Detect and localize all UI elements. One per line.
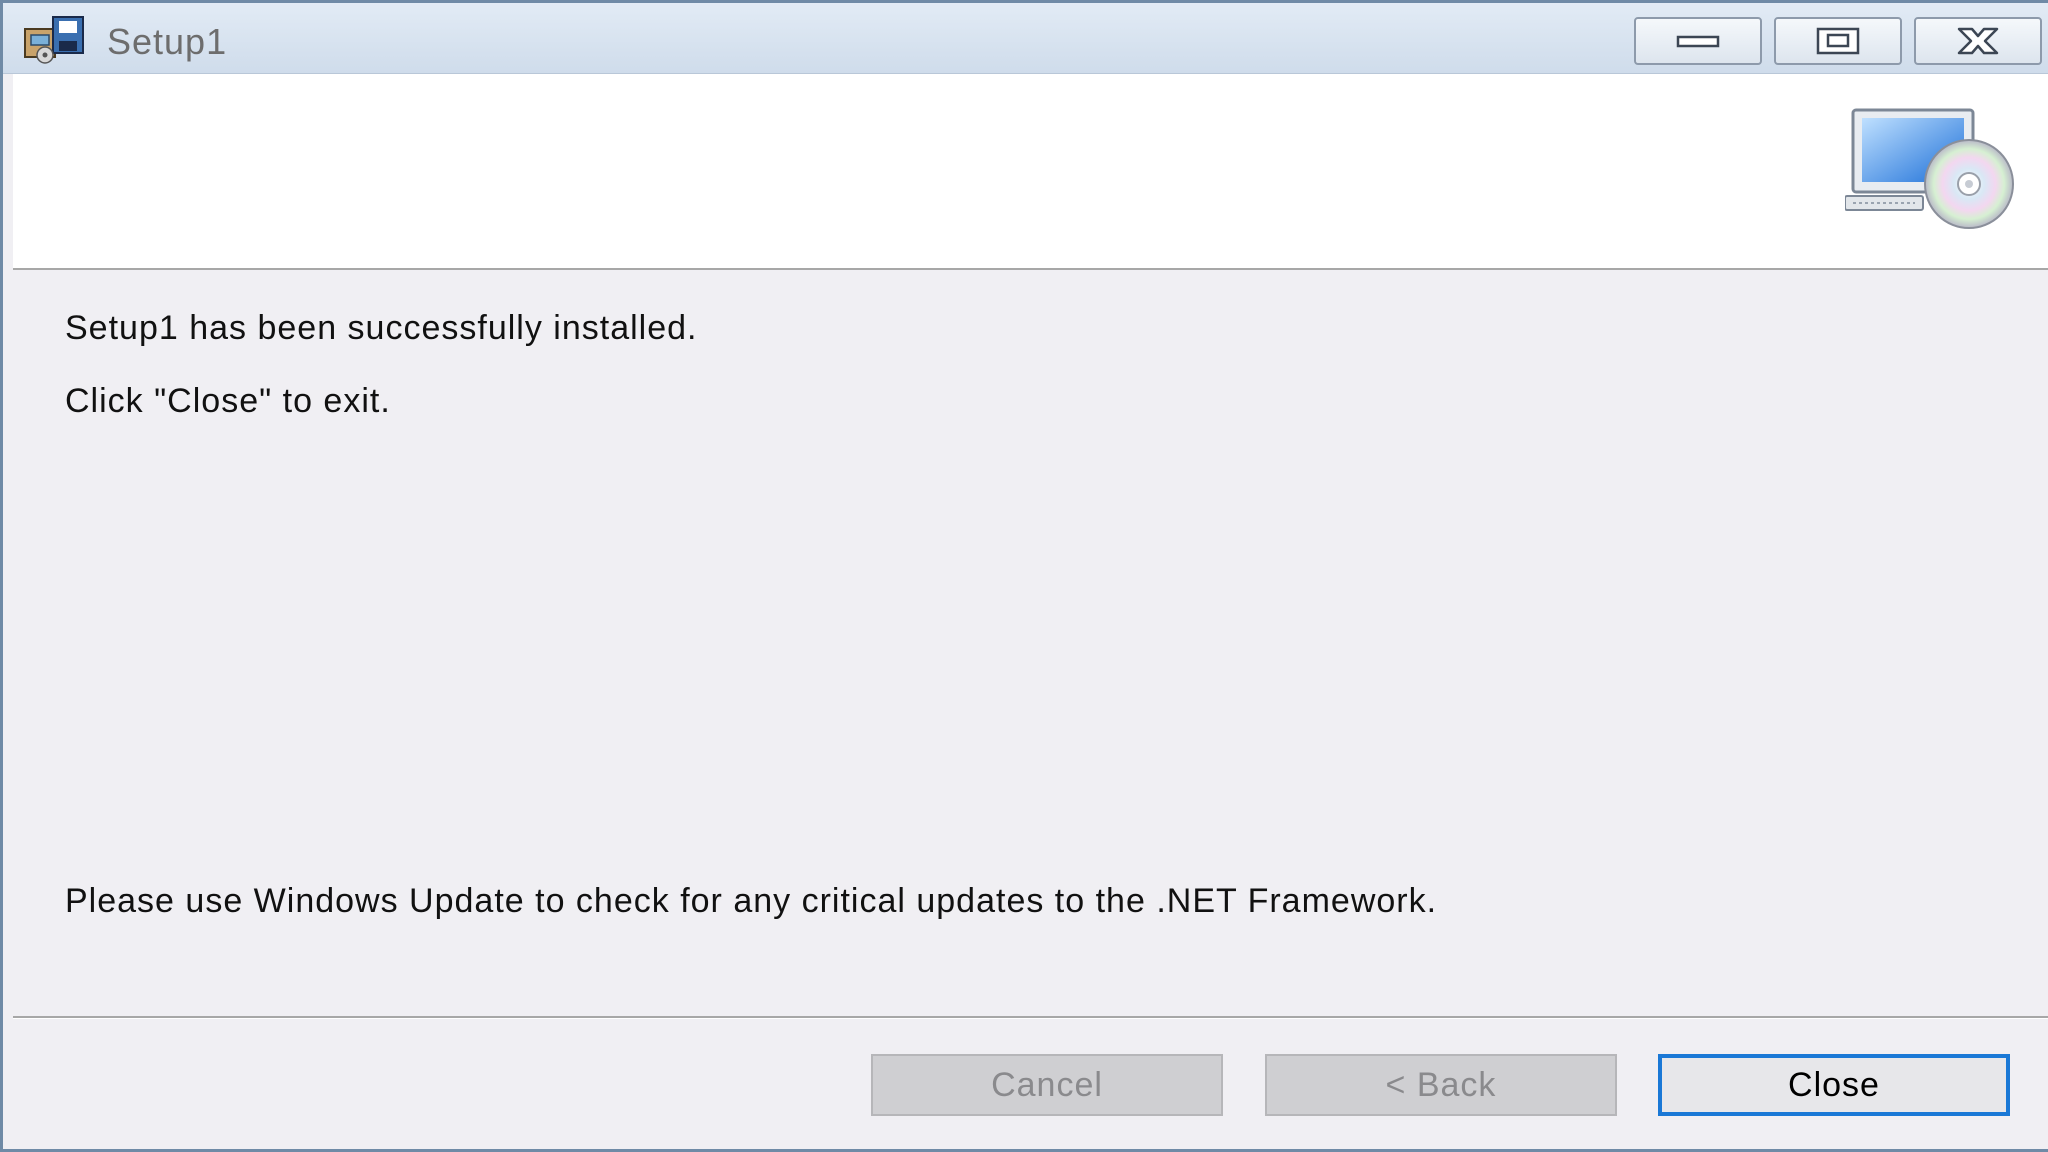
windows-update-notice: Please use Windows Update to check for a… bbox=[65, 882, 1438, 920]
minimize-icon bbox=[1676, 35, 1720, 48]
exit-instruction: Click "Close" to exit. bbox=[65, 382, 391, 420]
minimize-button[interactable] bbox=[1634, 17, 1762, 65]
installer-icon bbox=[24, 16, 84, 64]
header-banner bbox=[13, 74, 2048, 270]
back-button[interactable]: < Back bbox=[1265, 1054, 1617, 1116]
setup-window: Setup1 Setup1 has been successfully inst… bbox=[0, 0, 2048, 1152]
computer-cd-icon bbox=[1845, 108, 2014, 229]
maximize-button[interactable] bbox=[1774, 17, 1902, 65]
installed-message: Setup1 has been successfully installed. bbox=[65, 309, 698, 347]
title-bar[interactable]: Setup1 bbox=[3, 3, 2048, 74]
close-button[interactable]: Close bbox=[1658, 1054, 2010, 1116]
content-area: Setup1 has been successfully installed. … bbox=[13, 271, 2048, 1017]
maximize-icon bbox=[1816, 27, 1860, 55]
cancel-button[interactable]: Cancel bbox=[871, 1054, 1223, 1116]
footer-divider bbox=[13, 1016, 2048, 1019]
close-window-button[interactable] bbox=[1914, 17, 2042, 65]
close-icon bbox=[1957, 27, 1999, 55]
window-title: Setup1 bbox=[107, 21, 228, 62]
